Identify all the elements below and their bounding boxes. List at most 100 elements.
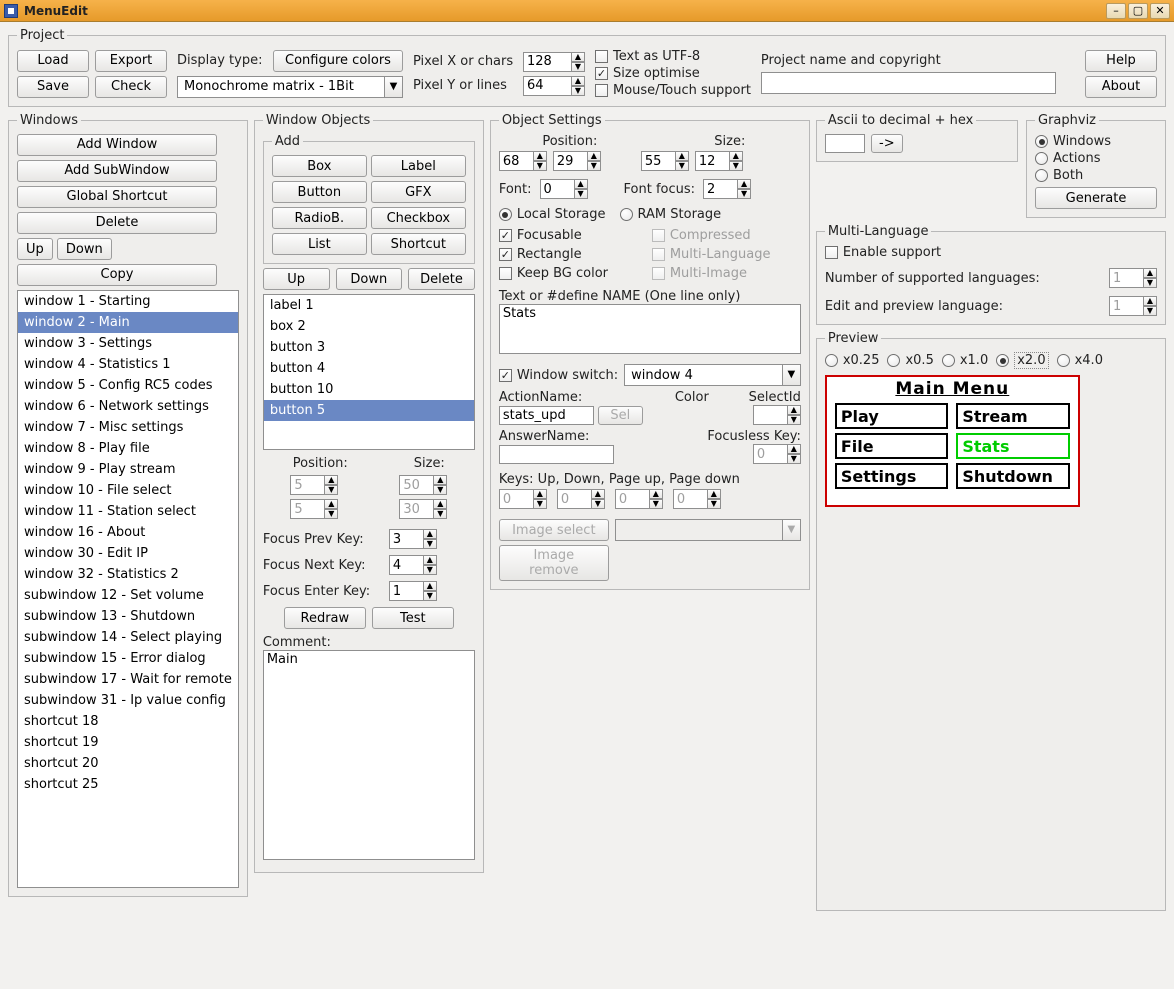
list-item[interactable]: subwindow 17 - Wait for remote [18, 669, 238, 690]
add-button-button[interactable]: Button [272, 181, 367, 203]
zoom-40[interactable]: x4.0 [1057, 353, 1103, 368]
comment-text[interactable]: Main [263, 650, 475, 860]
list-item[interactable]: box 2 [264, 316, 474, 337]
ramstorage-radio[interactable]: RAM Storage [620, 207, 722, 222]
focusprev-input[interactable]: ▲▼ [389, 529, 437, 549]
list-item[interactable]: window 2 - Main [18, 312, 238, 333]
editlang-input[interactable]: ▲▼ [1109, 296, 1157, 316]
zoom-20[interactable]: x2.0 [996, 352, 1048, 369]
enable-multilang-check[interactable]: Enable support [825, 245, 1157, 260]
windows-copy-button[interactable]: Copy [17, 264, 217, 286]
list-item[interactable]: shortcut 18 [18, 711, 238, 732]
help-button[interactable]: Help [1085, 50, 1157, 72]
wobj-down-button[interactable]: Down [336, 268, 403, 290]
focusless-input[interactable]: ▲▼ [753, 444, 801, 464]
list-item[interactable]: window 9 - Play stream [18, 459, 238, 480]
display-type-combo[interactable]: Monochrome matrix - 1Bit▼ [177, 76, 403, 98]
add-radio-button[interactable]: RadioB. [272, 207, 367, 229]
keepbg-check[interactable]: Keep BG color [499, 266, 648, 281]
list-item[interactable]: window 30 - Edit IP [18, 543, 238, 564]
windows-list[interactable]: window 1 - Startingwindow 2 - Mainwindow… [17, 290, 239, 888]
focusenter-input[interactable]: ▲▼ [389, 581, 437, 601]
list-item[interactable]: window 7 - Misc settings [18, 417, 238, 438]
numlang-input[interactable]: ▲▼ [1109, 268, 1157, 288]
generate-button[interactable]: Generate [1035, 187, 1157, 209]
selectid-input[interactable]: ▲▼ [753, 405, 801, 425]
list-item[interactable]: window 5 - Config RC5 codes [18, 375, 238, 396]
windows-down-button[interactable]: Down [57, 238, 112, 260]
key-up[interactable]: ▲▼ [499, 489, 547, 509]
add-window-button[interactable]: Add Window [17, 134, 217, 156]
list-item[interactable]: label 1 [264, 295, 474, 316]
ascii-convert-button[interactable]: -> [871, 134, 903, 153]
projname-input[interactable] [761, 72, 1056, 94]
objset-fontfocus[interactable]: ▲▼ [703, 179, 751, 199]
rectangle-check[interactable]: ✓Rectangle [499, 247, 648, 262]
mouse-check[interactable]: Mouse/Touch support [595, 83, 751, 98]
check-button[interactable]: Check [95, 76, 167, 98]
key-pgdn[interactable]: ▲▼ [673, 489, 721, 509]
add-box-button[interactable]: Box [272, 155, 367, 177]
save-button[interactable]: Save [17, 76, 89, 98]
list-item[interactable]: window 1 - Starting [18, 291, 238, 312]
add-checkbox-button[interactable]: Checkbox [371, 207, 466, 229]
key-down[interactable]: ▲▼ [557, 489, 605, 509]
minimize-button[interactable]: – [1106, 3, 1126, 19]
ascii-input[interactable] [825, 134, 865, 153]
add-subwindow-button[interactable]: Add SubWindow [17, 160, 217, 182]
list-item[interactable]: window 4 - Statistics 1 [18, 354, 238, 375]
pixelx-input[interactable]: ▲▼ [523, 52, 585, 72]
list-item[interactable]: window 32 - Statistics 2 [18, 564, 238, 585]
list-item[interactable]: button 5 [264, 400, 474, 421]
key-pgup[interactable]: ▲▼ [615, 489, 663, 509]
list-item[interactable]: shortcut 19 [18, 732, 238, 753]
zoom-025[interactable]: x0.25 [825, 353, 880, 368]
wobj-list[interactable]: label 1box 2button 3button 4button 10but… [263, 294, 475, 450]
objset-posy[interactable]: ▲▼ [553, 151, 601, 171]
focusable-check[interactable]: ✓Focusable [499, 228, 648, 243]
windows-up-button[interactable]: Up [17, 238, 53, 260]
list-item[interactable]: window 11 - Station select [18, 501, 238, 522]
wobj-posx[interactable]: ▲▼ [290, 475, 338, 495]
wobj-up-button[interactable]: Up [263, 268, 330, 290]
graphviz-both-radio[interactable]: Both [1035, 168, 1157, 183]
list-item[interactable]: button 4 [264, 358, 474, 379]
list-item[interactable]: subwindow 15 - Error dialog [18, 648, 238, 669]
list-item[interactable]: window 3 - Settings [18, 333, 238, 354]
wobj-sizeh[interactable]: ▲▼ [399, 499, 447, 519]
add-shortcut-button[interactable]: Shortcut [371, 233, 466, 255]
focusnext-input[interactable]: ▲▼ [389, 555, 437, 575]
export-button[interactable]: Export [95, 50, 167, 72]
close-button[interactable]: ✕ [1150, 3, 1170, 19]
global-shortcut-button[interactable]: Global Shortcut [17, 186, 217, 208]
add-label-button[interactable]: Label [371, 155, 466, 177]
textdefine-input[interactable]: Stats [499, 304, 801, 354]
windowswitch-check[interactable]: ✓Window switch: [499, 368, 618, 383]
maximize-button[interactable]: ▢ [1128, 3, 1148, 19]
about-button[interactable]: About [1085, 76, 1157, 98]
zoom-10[interactable]: x1.0 [942, 353, 988, 368]
list-item[interactable]: window 10 - File select [18, 480, 238, 501]
answername-input[interactable] [499, 445, 614, 464]
objset-sizeh[interactable]: ▲▼ [695, 151, 743, 171]
list-item[interactable]: window 8 - Play file [18, 438, 238, 459]
objset-font[interactable]: ▲▼ [540, 179, 588, 199]
list-item[interactable]: subwindow 14 - Select playing [18, 627, 238, 648]
list-item[interactable]: subwindow 12 - Set volume [18, 585, 238, 606]
list-item[interactable]: button 10 [264, 379, 474, 400]
graphviz-windows-radio[interactable]: Windows [1035, 134, 1157, 149]
test-button[interactable]: Test [372, 607, 454, 629]
sizeopt-check[interactable]: ✓Size optimise [595, 66, 751, 81]
list-item[interactable]: button 3 [264, 337, 474, 358]
localstorage-radio[interactable]: Local Storage [499, 207, 606, 222]
objset-posx[interactable]: ▲▼ [499, 151, 547, 171]
load-button[interactable]: Load [17, 50, 89, 72]
actionname-input[interactable] [499, 406, 594, 425]
pixely-input[interactable]: ▲▼ [523, 76, 585, 96]
wobj-delete-button[interactable]: Delete [408, 268, 475, 290]
utf8-check[interactable]: Text as UTF-8 [595, 49, 751, 64]
list-item[interactable]: subwindow 13 - Shutdown [18, 606, 238, 627]
zoom-05[interactable]: x0.5 [887, 353, 933, 368]
configure-colors-button[interactable]: Configure colors [273, 50, 403, 72]
list-item[interactable]: window 16 - About [18, 522, 238, 543]
